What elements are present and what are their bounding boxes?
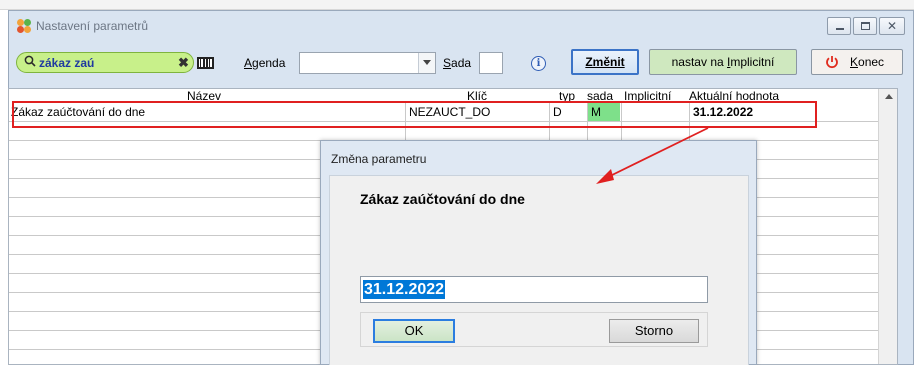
power-icon [826, 56, 838, 69]
barcode-icon[interactable] [197, 57, 214, 69]
exit-button[interactable]: Konec [811, 49, 903, 75]
dialog-button-bar: OK Storno [360, 312, 708, 347]
parent-window-strip [0, 0, 914, 10]
clear-search-icon[interactable]: ✖ [178, 55, 189, 71]
close-icon: ✕ [887, 19, 898, 33]
change-parameter-dialog: Změna parametru Zákaz zaúčtování do dne … [320, 140, 757, 365]
search-input[interactable]: zákaz zaú ✖ [16, 52, 194, 73]
info-icon[interactable]: i [531, 56, 546, 71]
sada-label: Sada [443, 56, 472, 70]
dialog-body: Zákaz zaúčtování do dne 31.12.2022 OK St… [329, 175, 749, 365]
exit-button-label: Konec [850, 55, 885, 69]
maximize-button[interactable] [853, 17, 877, 35]
dialog-title: Změna parametru [331, 152, 427, 166]
window-title: Nastavení parametrů [36, 19, 149, 33]
maximize-icon [861, 22, 870, 30]
set-default-button[interactable]: nastav na Implicitní [649, 49, 797, 75]
row-highlight-annotation [12, 101, 817, 128]
minimize-button[interactable] [827, 17, 851, 35]
vertical-scrollbar[interactable] [878, 89, 897, 364]
search-icon [24, 55, 36, 67]
cancel-button[interactable]: Storno [609, 319, 699, 343]
app-icon [17, 19, 31, 33]
toolbar: zákaz zaú ✖ Agenda Sada i Změnit nastav … [9, 43, 913, 81]
minimize-icon [836, 28, 844, 30]
agenda-select[interactable] [299, 52, 436, 74]
titlebar: Nastavení parametrů ✕ [9, 11, 913, 41]
chevron-down-icon[interactable] [418, 53, 435, 73]
search-value: zákaz zaú [39, 56, 95, 70]
ok-button[interactable]: OK [373, 319, 455, 343]
agenda-label: Agenda [244, 56, 286, 70]
sada-input[interactable] [479, 52, 503, 74]
change-button-label: Změnit [585, 55, 625, 69]
change-button[interactable]: Změnit [571, 49, 639, 75]
close-button[interactable]: ✕ [879, 17, 905, 35]
scroll-up-icon[interactable] [885, 94, 893, 99]
parameter-value-input[interactable]: 31.12.2022 [360, 276, 708, 303]
window-controls: ✕ [827, 17, 905, 35]
set-default-label-prefix: nastav na [671, 55, 727, 69]
dialog-parameter-label: Zákaz zaúčtování do dne [360, 191, 525, 207]
parameter-value-selection: 31.12.2022 [363, 280, 446, 299]
